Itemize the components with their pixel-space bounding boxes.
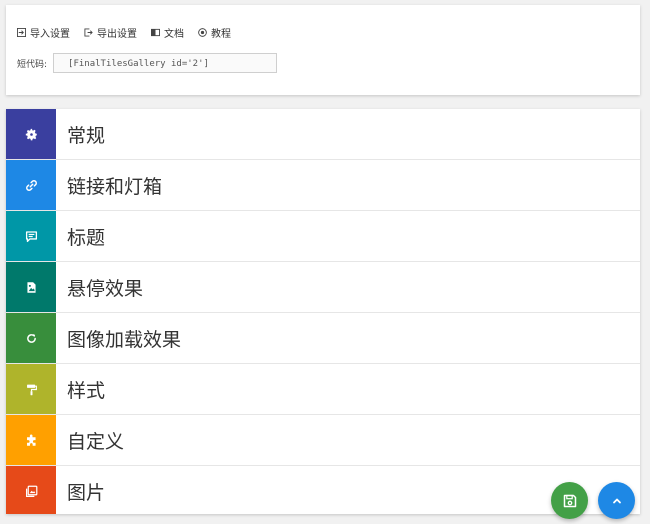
menu-item-label: 常规 — [67, 124, 106, 147]
menu-item-label: 图像加载效果 — [67, 328, 182, 351]
import-settings-label: 导入设置 — [30, 29, 70, 40]
caption-icon — [25, 230, 37, 242]
refresh-icon — [26, 333, 36, 343]
menu-item-style[interactable]: 样式 — [6, 364, 640, 415]
menu-item-general[interactable]: 常规 — [6, 109, 640, 160]
menu-icon-block — [6, 415, 56, 465]
docs-link[interactable]: 文档 — [151, 25, 184, 40]
tutorial-label: 教程 — [211, 29, 231, 40]
shortcode-label: 短代码: — [17, 59, 48, 70]
link-icon — [25, 179, 37, 191]
settings-header-card: 导入设置 导出设置 文档 教程 短代码: [FinalTilesGallery … — [6, 5, 640, 95]
menu-icon-block — [6, 466, 56, 514]
menu-icon-block — [6, 262, 56, 312]
save-button[interactable] — [551, 482, 588, 519]
menu-item-label: 图片 — [67, 481, 106, 504]
export-icon — [84, 28, 93, 37]
import-settings-link[interactable]: 导入设置 — [17, 25, 70, 40]
menu-icon-block — [6, 313, 56, 363]
menu-item-label: 标题 — [67, 226, 106, 249]
menu-item-captions[interactable]: 标题 — [6, 211, 640, 262]
shortcode-field[interactable]: [FinalTilesGallery id='2'] — [53, 53, 278, 73]
gear-icon — [25, 128, 37, 140]
book-icon — [151, 28, 160, 37]
tutorial-link[interactable]: 教程 — [198, 25, 231, 40]
menu-item-images[interactable]: 图片 — [6, 466, 640, 514]
settings-menu: 常规 链接和灯箱 标题 悬停效果 图像加载效果 样式 自定义 图片 — [6, 109, 640, 514]
paint-roller-icon — [26, 384, 37, 395]
menu-icon-block — [6, 364, 56, 414]
menu-icon-block — [6, 211, 56, 261]
toolbar: 导入设置 导出设置 文档 教程 — [17, 25, 231, 40]
scroll-to-top-button[interactable] — [598, 482, 635, 519]
chevron-up-icon — [612, 498, 621, 503]
play-circle-icon — [198, 28, 207, 37]
images-icon — [25, 485, 37, 497]
docs-label: 文档 — [164, 29, 184, 40]
menu-icon-block — [6, 109, 56, 159]
image-effect-icon — [26, 281, 36, 293]
menu-item-loading-effects[interactable]: 图像加载效果 — [6, 313, 640, 364]
menu-item-label: 链接和灯箱 — [67, 175, 163, 198]
menu-item-custom[interactable]: 自定义 — [6, 415, 640, 466]
menu-icon-block — [6, 160, 56, 210]
shortcode-row: 短代码: [FinalTilesGallery id='2'] — [17, 53, 278, 73]
menu-item-label: 悬停效果 — [67, 277, 144, 300]
puzzle-icon — [26, 433, 36, 446]
import-icon — [17, 28, 26, 37]
menu-item-label: 样式 — [67, 379, 106, 402]
export-settings-label: 导出设置 — [97, 29, 137, 40]
export-settings-link[interactable]: 导出设置 — [84, 25, 137, 40]
save-icon — [563, 494, 576, 507]
menu-item-hover-effects[interactable]: 悬停效果 — [6, 262, 640, 313]
menu-item-links-lightbox[interactable]: 链接和灯箱 — [6, 160, 640, 211]
menu-item-label: 自定义 — [67, 430, 125, 453]
